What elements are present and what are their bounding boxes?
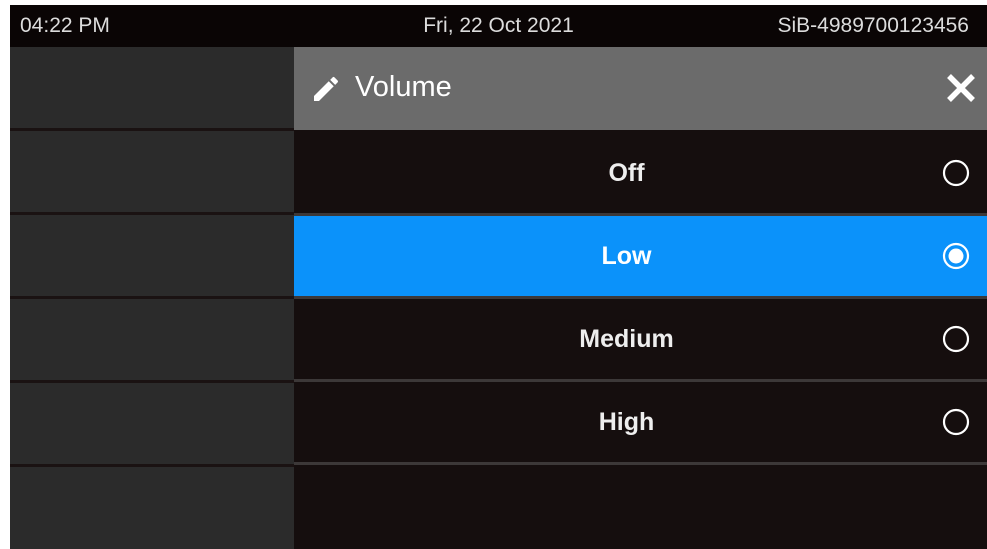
radio-unchecked-icon[interactable] <box>941 407 971 437</box>
divider <box>294 462 987 465</box>
radio-checked-icon[interactable] <box>941 241 971 271</box>
radio-unchecked-icon[interactable] <box>941 158 971 188</box>
option-low[interactable]: Low <box>294 216 987 296</box>
left-key-5[interactable] <box>10 383 294 464</box>
option-medium[interactable]: Medium <box>294 299 987 379</box>
radio-unchecked-icon[interactable] <box>941 324 971 354</box>
status-bar: 04:22 PM Fri, 22 Oct 2021 SiB-4989700123… <box>10 5 987 47</box>
left-key-4[interactable] <box>10 299 294 380</box>
option-label: Off <box>608 159 645 187</box>
option-label: Medium <box>579 325 674 353</box>
left-key-3[interactable] <box>10 215 294 296</box>
volume-dialog: Volume Off Low Medium High <box>294 47 987 549</box>
left-key-6[interactable] <box>10 467 294 549</box>
option-off[interactable]: Off <box>294 133 987 213</box>
left-key-1[interactable] <box>10 47 294 128</box>
left-key-2[interactable] <box>10 131 294 212</box>
option-label: Low <box>601 242 652 270</box>
phone-screen: 04:22 PM Fri, 22 Oct 2021 SiB-4989700123… <box>10 5 987 549</box>
status-device-id: SiB-4989700123456 <box>777 14 969 37</box>
dialog-title: Volume <box>355 71 452 103</box>
left-key-panel <box>10 47 294 549</box>
dialog-header: Volume <box>294 47 987 130</box>
option-high[interactable]: High <box>294 382 987 462</box>
option-label: High <box>598 408 655 436</box>
close-icon[interactable] <box>941 68 981 108</box>
pencil-icon <box>314 76 339 101</box>
